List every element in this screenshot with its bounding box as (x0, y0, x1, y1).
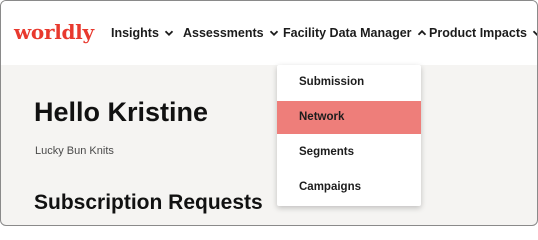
chevron-up-icon (417, 28, 427, 38)
dropdown-item-segments[interactable]: Segments (277, 136, 421, 169)
dropdown-item-campaigns[interactable]: Campaigns (277, 171, 421, 204)
nav-label: Assessments (183, 26, 264, 40)
nav-insights[interactable]: Insights (111, 26, 174, 40)
worldly-logo[interactable]: worldly (14, 20, 94, 44)
nav-product-impacts[interactable]: Product Impacts (429, 26, 537, 40)
chevron-down-icon (532, 28, 537, 38)
chevron-down-icon (164, 28, 174, 38)
nav-label: Product Impacts (429, 26, 527, 40)
chevron-down-icon (269, 28, 279, 38)
nav-label: Insights (111, 26, 159, 40)
nav-facility-data-manager[interactable]: Facility Data Manager (283, 26, 427, 40)
company-name: Lucky Bun Knits (35, 145, 114, 157)
top-navigation-bar: worldly Insights Assessments Facility Da… (1, 1, 537, 65)
nav-assessments[interactable]: Assessments (183, 26, 279, 40)
greeting-heading: Hello Kristine (34, 97, 209, 127)
dropdown-item-submission[interactable]: Submission (277, 66, 421, 99)
subscription-requests-heading: Subscription Requests (34, 191, 263, 214)
app-window: worldly Insights Assessments Facility Da… (0, 0, 538, 226)
facility-data-manager-dropdown: Submission Network Segments Campaigns (277, 65, 421, 206)
dropdown-item-network[interactable]: Network (277, 101, 421, 134)
nav-label: Facility Data Manager (283, 26, 412, 40)
